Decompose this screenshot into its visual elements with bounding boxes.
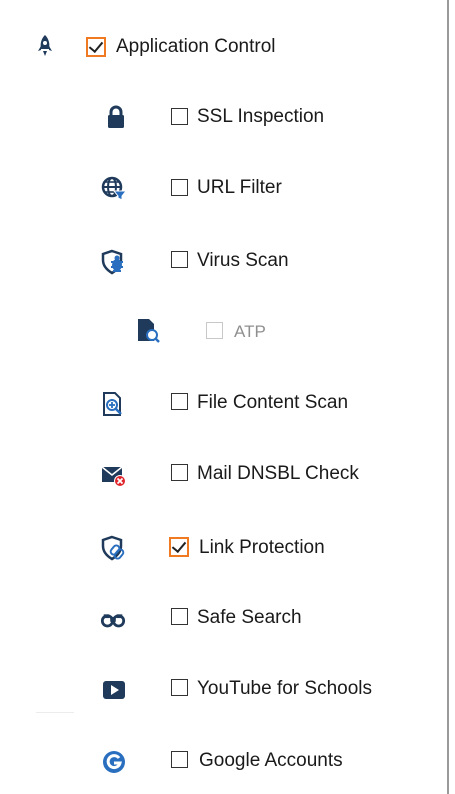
virus-scan-label[interactable]: Virus Scan <box>197 250 289 272</box>
lock-icon <box>103 104 129 130</box>
google-accounts-checkbox[interactable] <box>171 751 188 768</box>
mail-dnsbl-check-label[interactable]: Mail DNSBL Check <box>197 463 359 485</box>
youtube-for-schools-checkbox[interactable] <box>171 679 188 696</box>
binoculars-icon <box>100 606 126 632</box>
application-control-checkbox[interactable] <box>86 37 106 57</box>
safe-search-checkbox[interactable] <box>171 608 188 625</box>
divider <box>36 712 74 713</box>
safe-search-label[interactable]: Safe Search <box>197 607 302 629</box>
document-zoom-icon <box>101 391 127 417</box>
application-control-label[interactable]: Application Control <box>116 36 275 58</box>
file-search-icon <box>134 317 160 343</box>
panel-border <box>447 0 449 794</box>
mail-dnsbl-check-checkbox[interactable] <box>171 464 188 481</box>
atp-checkbox[interactable] <box>206 322 223 339</box>
youtube-for-schools-label[interactable]: YouTube for Schools <box>197 678 372 700</box>
play-icon <box>101 677 127 703</box>
rocket-icon <box>32 33 58 59</box>
url-filter-checkbox[interactable] <box>171 179 188 196</box>
shield-bug-icon <box>101 249 127 275</box>
google-accounts-label[interactable]: Google Accounts <box>199 750 343 772</box>
virus-scan-checkbox[interactable] <box>171 251 188 268</box>
file-content-scan-checkbox[interactable] <box>171 393 188 410</box>
link-protection-checkbox[interactable] <box>169 537 189 557</box>
globe-filter-icon <box>101 176 127 202</box>
ssl-inspection-label[interactable]: SSL Inspection <box>197 106 324 128</box>
file-content-scan-label[interactable]: File Content Scan <box>197 392 348 414</box>
url-filter-label[interactable]: URL Filter <box>197 177 282 199</box>
ssl-inspection-checkbox[interactable] <box>171 108 188 125</box>
google-icon <box>101 749 127 775</box>
mail-block-icon <box>101 462 127 488</box>
link-protection-label[interactable]: Link Protection <box>199 537 325 559</box>
security-features-panel: Application Control SSL Inspection URL F… <box>0 0 447 794</box>
shield-link-icon <box>101 535 127 561</box>
atp-label[interactable]: ATP <box>234 321 266 343</box>
